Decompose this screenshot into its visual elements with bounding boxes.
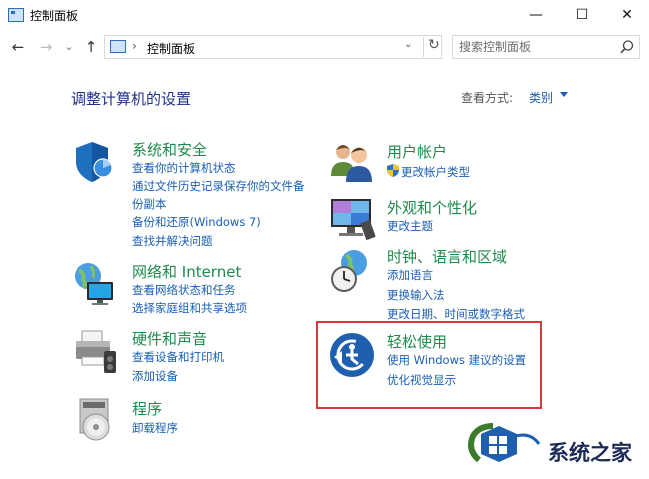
control-panel-icon bbox=[8, 8, 24, 22]
category-user-accounts[interactable]: 用户帐户 bbox=[387, 141, 447, 162]
link-troubleshoot[interactable]: 查找并解决问题 bbox=[132, 233, 213, 249]
link-add-language[interactable]: 添加语言 bbox=[387, 267, 433, 283]
link-backup-restore[interactable]: 备份和还原(Windows 7) bbox=[132, 214, 261, 230]
category-clock-language-region[interactable]: 时钟、语言和区域 bbox=[387, 246, 507, 267]
link-change-account-type[interactable]: 更改帐户类型 bbox=[401, 164, 470, 180]
title-bar: 控制面板 — ☐ ✕ bbox=[0, 0, 649, 31]
link-view-computer-status[interactable]: 查看你的计算机状态 bbox=[132, 160, 236, 176]
search-box[interactable] bbox=[452, 35, 640, 59]
link-homegroup-sharing[interactable]: 选择家庭组和共享选项 bbox=[132, 300, 247, 316]
view-by-dropdown[interactable]: 类别 bbox=[529, 89, 553, 106]
category-system-security[interactable]: 系统和安全 bbox=[132, 139, 207, 160]
watermark-logo bbox=[459, 420, 545, 468]
link-change-theme[interactable]: 更改主题 bbox=[387, 218, 433, 234]
watermark-text: 系统之家 bbox=[548, 441, 632, 465]
window-title: 控制面板 bbox=[30, 9, 79, 23]
link-change-date-time-format[interactable]: 更改日期、时间或数字格式 bbox=[387, 306, 525, 322]
users-icon[interactable] bbox=[328, 138, 376, 186]
address-bar[interactable]: › 控制面板 ⌄ ↻ bbox=[104, 35, 442, 59]
uac-shield-icon bbox=[387, 164, 399, 177]
category-appearance-personalization[interactable]: 外观和个性化 bbox=[387, 197, 477, 218]
search-input[interactable] bbox=[459, 39, 609, 55]
shield-icon[interactable] bbox=[72, 138, 120, 186]
link-network-status[interactable]: 查看网络状态和任务 bbox=[132, 282, 236, 298]
control-panel-icon bbox=[110, 40, 126, 53]
link-add-device[interactable]: 添加设备 bbox=[132, 368, 178, 384]
monitor-icon[interactable] bbox=[329, 195, 377, 243]
category-network-internet[interactable]: 网络和 Internet bbox=[132, 261, 241, 282]
chevron-down-icon[interactable]: ⌄ bbox=[404, 39, 412, 50]
network-globe-icon[interactable] bbox=[71, 260, 119, 308]
link-file-history[interactable]: 通过文件历史记录保存你的文件备 bbox=[132, 178, 305, 194]
category-programs[interactable]: 程序 bbox=[132, 398, 162, 419]
chevron-down-icon[interactable] bbox=[560, 92, 568, 97]
back-button[interactable]: ← bbox=[9, 38, 27, 56]
clock-globe-icon[interactable] bbox=[328, 247, 376, 295]
refresh-button[interactable]: ↻ bbox=[423, 37, 440, 57]
link-windows-recommended-settings[interactable]: 使用 Windows 建议的设置 bbox=[387, 352, 526, 368]
link-devices-printers[interactable]: 查看设备和打印机 bbox=[132, 349, 224, 365]
category-ease-of-access[interactable]: 轻松使用 bbox=[387, 331, 447, 352]
link-change-input-method[interactable]: 更换输入法 bbox=[387, 287, 445, 303]
minimize-button[interactable]: — bbox=[513, 0, 559, 31]
maximize-button[interactable]: ☐ bbox=[559, 0, 605, 31]
chevron-right-icon[interactable]: › bbox=[132, 39, 137, 53]
recent-locations-button[interactable]: ⌄ bbox=[63, 38, 75, 56]
ease-of-access-icon[interactable] bbox=[328, 331, 376, 379]
forward-button[interactable]: → bbox=[37, 38, 55, 56]
link-uninstall-program[interactable]: 卸载程序 bbox=[132, 420, 178, 436]
page-title: 调整计算机的设置 bbox=[71, 90, 192, 108]
programs-disc-icon[interactable] bbox=[72, 395, 120, 443]
view-by-label: 查看方式: bbox=[461, 91, 514, 105]
search-icon[interactable] bbox=[619, 39, 635, 55]
printer-icon[interactable] bbox=[72, 327, 120, 375]
close-button[interactable]: ✕ bbox=[604, 0, 649, 31]
link-file-history-cont[interactable]: 份副本 bbox=[132, 196, 167, 212]
up-button[interactable]: ↑ bbox=[83, 38, 99, 56]
breadcrumb-control-panel[interactable]: 控制面板 bbox=[147, 40, 195, 57]
category-hardware-sound[interactable]: 硬件和声音 bbox=[132, 328, 207, 349]
link-optimize-visual-display[interactable]: 优化视觉显示 bbox=[387, 372, 456, 388]
